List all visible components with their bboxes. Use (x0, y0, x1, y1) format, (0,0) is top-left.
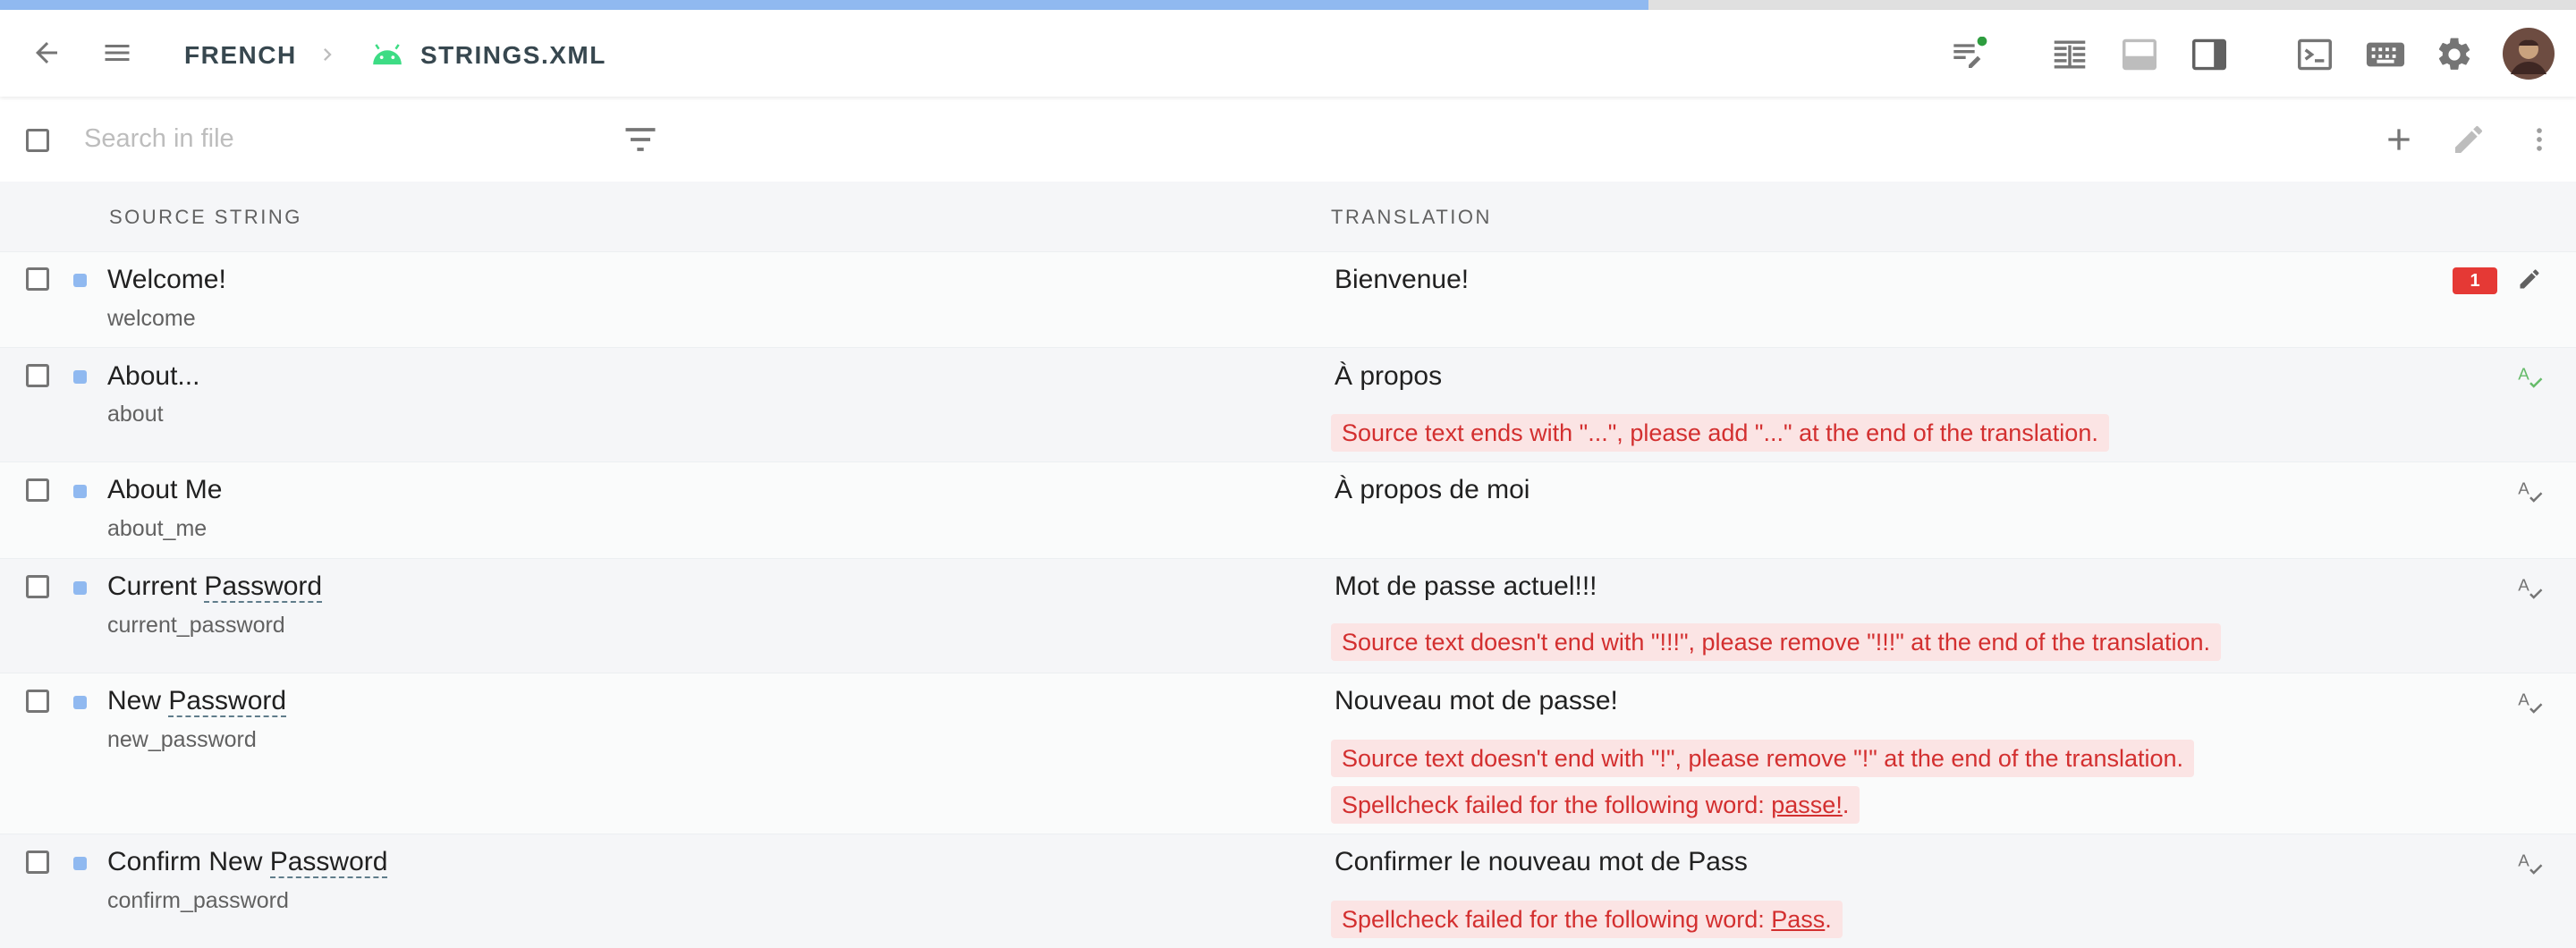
edit-icon[interactable] (2517, 267, 2542, 292)
table-row[interactable]: About... about À propos Source text ends… (0, 347, 2576, 461)
column-header-source: SOURCE STRING (109, 206, 302, 228)
spellcheck-icon[interactable]: A (2517, 364, 2543, 389)
keyboard-icon[interactable] (2365, 40, 2406, 69)
spellcheck-icon[interactable]: A (2517, 690, 2543, 715)
avatar[interactable] (2503, 28, 2555, 80)
source-text: About... (107, 361, 200, 391)
row-status-marker (73, 857, 87, 870)
qa-issue-message: Source text doesn't end with "!!!", plea… (1331, 623, 2222, 661)
spellcheck-icon[interactable]: A (2517, 851, 2543, 876)
side-by-side-view-icon[interactable] (2050, 38, 2089, 72)
row-status-marker (73, 370, 87, 384)
spellcheck-icon[interactable]: A (2517, 478, 2543, 504)
svg-text:A: A (2518, 851, 2529, 870)
glossary-term[interactable]: Password (168, 686, 287, 717)
translation-text[interactable]: Mot de passe actuel!!! (1335, 571, 1597, 602)
translation-text[interactable]: Nouveau mot de passe! (1335, 686, 1618, 716)
row-checkbox[interactable] (26, 478, 49, 502)
glossary-term[interactable]: Password (204, 571, 323, 603)
row-checkbox[interactable] (26, 851, 49, 874)
translation-text[interactable]: À propos (1335, 361, 1442, 392)
column-header-row (0, 182, 2576, 251)
translation-text[interactable]: À propos de moi (1335, 475, 1530, 505)
search-input[interactable] (84, 118, 585, 159)
source-text: Welcome! (107, 265, 226, 294)
svg-text:A: A (2518, 479, 2529, 498)
spellcheck-issue-message: Spellcheck failed for the following word… (1331, 901, 1843, 938)
string-key: about_me (107, 516, 208, 541)
string-key: about (107, 402, 164, 427)
issue-count-badge[interactable]: 1 (2453, 267, 2497, 294)
table-row[interactable]: Welcome! welcome Bienvenue! 1 (0, 251, 2576, 347)
qa-issue-message: Source text ends with "...", please add … (1331, 414, 2109, 452)
breadcrumb-language[interactable]: FRENCH (184, 41, 297, 70)
editor-mode-icon[interactable] (1948, 37, 1989, 72)
table-row[interactable]: New Password new_password Nouveau mot de… (0, 673, 2576, 834)
svg-text:A: A (2518, 365, 2529, 384)
translation-text[interactable]: Confirmer le nouveau mot de Pass (1335, 847, 1748, 877)
source-text: New Password (107, 686, 287, 717)
string-key: current_password (107, 613, 285, 638)
top-bar: FRENCH STRINGS.XML (0, 10, 2576, 97)
string-key: welcome (107, 306, 196, 331)
table-row[interactable]: About Me about_me À propos de moi A (0, 461, 2576, 558)
spellcheck-icon[interactable]: A (2517, 575, 2543, 600)
string-key: confirm_password (107, 888, 289, 913)
string-key: new_password (107, 727, 257, 752)
translation-text[interactable]: Bienvenue! (1335, 265, 1469, 295)
android-icon (370, 40, 404, 69)
terminal-icon[interactable] (2295, 38, 2334, 72)
gear-icon[interactable] (2435, 35, 2474, 74)
back-arrow-icon[interactable] (30, 37, 63, 69)
edit-icon[interactable] (2451, 122, 2487, 157)
source-text: Confirm New Password (107, 847, 388, 878)
table-row[interactable]: Current Password current_password Mot de… (0, 558, 2576, 673)
progress-bar-fill (0, 0, 1649, 10)
add-icon[interactable] (2381, 122, 2417, 157)
row-status-marker (73, 581, 87, 595)
row-checkbox[interactable] (26, 575, 49, 598)
row-checkbox[interactable] (26, 364, 49, 387)
row-status-marker (73, 274, 87, 287)
select-all-checkbox[interactable] (26, 129, 49, 152)
row-checkbox[interactable] (26, 267, 49, 291)
breadcrumb-file[interactable]: STRINGS.XML (420, 41, 606, 70)
row-status-marker (73, 485, 87, 498)
source-text: About Me (107, 475, 223, 504)
source-text: Current Password (107, 571, 323, 603)
progress-bar (0, 0, 2576, 10)
row-status-marker (73, 696, 87, 709)
more-vertical-icon[interactable] (2524, 122, 2555, 157)
chevron-right-icon (315, 39, 340, 74)
spellcheck-issue-message: Spellcheck failed for the following word… (1331, 786, 1860, 824)
svg-text:A: A (2518, 576, 2529, 595)
filter-icon[interactable] (621, 123, 660, 157)
qa-issue-message: Source text doesn't end with "!", please… (1331, 740, 2195, 777)
bottom-panel-icon[interactable] (2120, 38, 2159, 72)
glossary-term[interactable]: Password (269, 847, 388, 878)
svg-text:A: A (2518, 690, 2529, 709)
column-header-translation: TRANSLATION (1331, 206, 1492, 228)
table-row[interactable]: Confirm New Password confirm_password Co… (0, 834, 2576, 948)
row-checkbox[interactable] (26, 690, 49, 713)
menu-icon[interactable] (100, 37, 134, 69)
right-panel-icon[interactable] (2190, 38, 2229, 72)
